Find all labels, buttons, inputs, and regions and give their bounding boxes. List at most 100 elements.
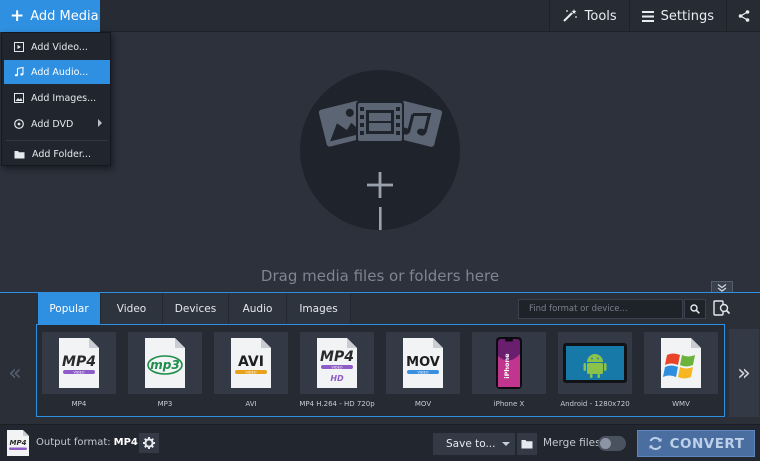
output-settings-button[interactable] xyxy=(139,433,159,453)
gear-icon xyxy=(143,437,155,449)
chevron-right-icon: » xyxy=(737,360,751,386)
tab-label: Audio xyxy=(242,302,273,315)
format-item-mp4[interactable]: MP4 VIDEO MP4 xyxy=(42,332,116,418)
format-label: MP3 xyxy=(157,400,173,408)
menu-item-add-dvd[interactable]: Add DVD xyxy=(4,112,110,136)
format-item-mp4-hd[interactable]: MP4 VIDEO HD MP4 H.264 - HD 720p xyxy=(299,332,375,418)
format-item-mp3[interactable]: mp3 MP3 xyxy=(128,332,202,418)
bottom-bar: MP4 Output format: MP4 Save to... Merge f… xyxy=(0,424,760,461)
tab-images[interactable]: Images xyxy=(287,293,351,324)
tab-video[interactable]: Video xyxy=(101,293,163,324)
film-icon xyxy=(14,42,24,52)
toggle-knob xyxy=(600,438,611,449)
search-icon xyxy=(690,304,700,314)
format-item-android[interactable]: Android - 1280x720 xyxy=(558,332,632,418)
svg-text:MP4: MP4 xyxy=(10,439,27,447)
mov-file-icon: MOV VIDEO xyxy=(403,338,443,388)
format-card: MOV VIDEO xyxy=(386,332,460,394)
drop-target-circle[interactable] xyxy=(300,70,460,230)
top-toolbar: + Add Media Tools Settings xyxy=(0,0,760,32)
menu-item-label: Add Images... xyxy=(31,92,97,104)
scroll-left-button[interactable]: « xyxy=(0,329,30,417)
hamburger-menu-icon xyxy=(641,10,654,22)
format-item-mov[interactable]: MOV VIDEO MOV xyxy=(386,332,460,418)
format-card xyxy=(558,332,632,394)
image-icon xyxy=(14,93,24,103)
menu-item-label: Add DVD xyxy=(31,118,74,130)
format-label: iPhone X xyxy=(493,400,525,408)
svg-text:MOV: MOV xyxy=(406,355,440,370)
submenu-arrow-icon xyxy=(98,119,102,127)
output-format-file-icon: MP4 xyxy=(7,430,29,456)
open-folder-button[interactable] xyxy=(517,433,537,455)
top-right-actions: Tools Settings xyxy=(548,0,760,32)
menu-item-add-folder[interactable]: Add Folder... xyxy=(4,142,110,166)
detect-device-button[interactable] xyxy=(710,297,734,319)
tab-label: Video xyxy=(116,302,147,315)
menu-item-label: Add Audio... xyxy=(31,66,89,78)
svg-text:MP4: MP4 xyxy=(62,354,96,370)
add-media-menu: Add Video... Add Audio... Add Images... … xyxy=(1,32,111,166)
menu-divider xyxy=(6,140,108,141)
format-item-iphone-x[interactable]: iPhone iPhone X xyxy=(472,332,546,418)
svg-text:HD: HD xyxy=(330,374,344,383)
plus-icon xyxy=(300,70,460,230)
mp4-hd-file-icon: MP4 VIDEO HD xyxy=(317,338,357,388)
menu-item-add-video[interactable]: Add Video... xyxy=(4,35,110,59)
format-item-avi[interactable]: AVI VIDEO AVI xyxy=(214,332,288,418)
double-chevron-down-icon xyxy=(717,283,727,292)
format-label: MP4 xyxy=(71,400,87,408)
tab-popular[interactable]: Popular xyxy=(38,293,101,324)
tab-label: Images xyxy=(299,302,338,315)
menu-item-add-images[interactable]: Add Images... xyxy=(4,86,110,110)
android-tablet-icon xyxy=(563,343,627,383)
format-item-wmv[interactable]: WMV xyxy=(644,332,718,418)
svg-text:VIDEO: VIDEO xyxy=(331,365,342,369)
search-placeholder: Find format or device... xyxy=(529,304,628,314)
tab-label: Devices xyxy=(174,302,217,315)
tools-button[interactable]: Tools xyxy=(548,0,629,32)
format-search-input[interactable]: Find format or device... xyxy=(518,299,683,319)
save-to-dropdown[interactable]: Save to... xyxy=(433,433,515,455)
add-media-button[interactable]: + Add Media xyxy=(0,0,100,32)
convert-button[interactable]: CONVERT xyxy=(637,430,755,457)
settings-label: Settings xyxy=(660,8,714,24)
scroll-right-button[interactable]: » xyxy=(729,329,759,417)
format-tabs: Popular Video Devices Audio Images xyxy=(38,293,351,324)
share-button[interactable] xyxy=(726,0,760,32)
format-grid: MP4 VIDEO MP4 mp3 MP3 AVI VIDEO AVI MP4 … xyxy=(36,324,725,417)
format-panel: Popular Video Devices Audio Images Find … xyxy=(0,292,760,424)
tab-audio[interactable]: Audio xyxy=(229,293,287,324)
save-to-label: Save to... xyxy=(446,438,496,450)
format-label: MOV xyxy=(414,400,432,408)
add-media-label: Add Media xyxy=(30,8,99,24)
search-button[interactable] xyxy=(684,299,706,319)
drop-plus-icon xyxy=(367,172,393,198)
output-format-value: MP4 xyxy=(113,437,138,448)
tab-label: Popular xyxy=(49,302,89,315)
format-card: MP4 VIDEO xyxy=(42,332,116,394)
folder-icon xyxy=(14,150,25,158)
menu-item-add-audio[interactable]: Add Audio... xyxy=(4,60,110,84)
svg-text:MP4: MP4 xyxy=(320,349,354,365)
drop-hint-text: Drag media files or folders here xyxy=(260,267,500,285)
merge-files-toggle[interactable] xyxy=(598,436,626,451)
mp3-file-icon: mp3 xyxy=(145,338,185,388)
svg-text:AVI: AVI xyxy=(238,354,264,370)
iphone-icon: iPhone xyxy=(496,337,522,389)
plus-icon: + xyxy=(10,5,25,26)
format-card xyxy=(644,332,718,394)
device-search-icon xyxy=(713,300,731,316)
format-label: AVI xyxy=(245,400,257,408)
format-label: WMV xyxy=(672,400,690,408)
svg-text:VIDEO: VIDEO xyxy=(73,370,84,374)
mp4-file-icon: MP4 VIDEO xyxy=(59,338,99,388)
format-card: iPhone xyxy=(472,332,546,394)
menu-item-label: Add Folder... xyxy=(32,148,91,160)
settings-button[interactable]: Settings xyxy=(628,0,726,32)
media-drop-zone[interactable]: Drag media files or folders here xyxy=(0,33,760,291)
svg-text:VIDEO: VIDEO xyxy=(417,370,428,374)
caret-down-icon xyxy=(502,442,510,446)
tab-devices[interactable]: Devices xyxy=(163,293,229,324)
merge-files-label: Merge files: xyxy=(543,437,605,449)
